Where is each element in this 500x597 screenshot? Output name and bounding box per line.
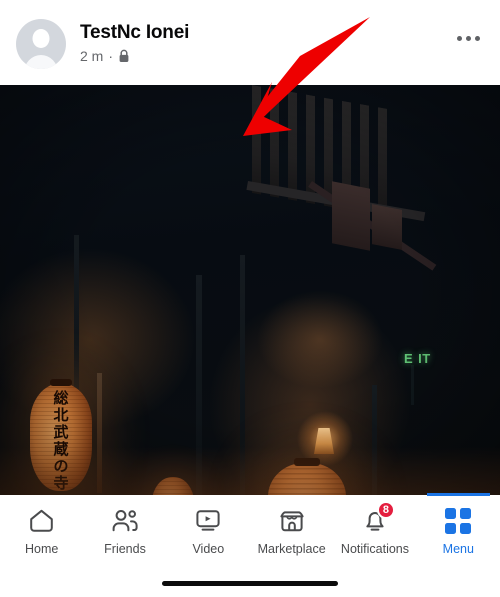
- nav-item-notifications[interactable]: 8 Notifications: [333, 495, 416, 567]
- nav-item-video[interactable]: Video: [167, 495, 250, 567]
- nav-label-notifications: Notifications: [340, 542, 410, 556]
- nav-label-video: Video: [192, 542, 225, 556]
- poster-info: TestNc Ionei 2 m ·: [80, 22, 189, 64]
- notifications-badge: 8: [376, 501, 395, 519]
- menu-grid-square: [445, 508, 457, 519]
- avatar[interactable]: [16, 18, 66, 69]
- upper-door-panel-secondary: [372, 204, 402, 250]
- ellipsis-dot: [465, 35, 471, 41]
- upper-door-panel: [332, 181, 370, 251]
- avatar-body-shape: [24, 54, 58, 69]
- ellipsis-dot: [456, 35, 462, 41]
- exit-sign: E IT: [404, 351, 431, 366]
- post-author-name[interactable]: TestNc Ionei: [80, 22, 189, 44]
- nav-label-menu: Menu: [442, 542, 474, 556]
- notifications-bell-icon: 8: [359, 501, 395, 536]
- ellipsis-icon[interactable]: [448, 26, 488, 50]
- facebook-post-screen: TestNc Ionei 2 m · 総 北 武 E IT Home Frien…: [0, 0, 500, 597]
- kanji-char: 武: [53, 423, 69, 441]
- nav-label-marketplace: Marketplace: [257, 542, 326, 556]
- nav-label-home: Home: [24, 542, 59, 556]
- nav-item-menu[interactable]: Menu: [417, 493, 500, 567]
- post-header: TestNc Ionei 2 m ·: [0, 0, 500, 85]
- kanji-char: 北: [53, 406, 69, 424]
- nav-item-friends[interactable]: Friends: [83, 495, 166, 567]
- home-icon: [26, 506, 58, 536]
- menu-grid-square: [460, 508, 472, 519]
- nav-label-friends: Friends: [104, 542, 146, 556]
- menu-grid-icon: [442, 506, 474, 536]
- floor-warm-light: [0, 447, 500, 495]
- post-timestamp[interactable]: 2 m: [80, 48, 103, 64]
- exit-sign-pole: [411, 365, 414, 405]
- post-photo[interactable]: 総 北 武 蔵 の 寺 E IT: [0, 85, 500, 495]
- default-avatar-icon: [32, 28, 50, 48]
- lock-icon[interactable]: [118, 49, 130, 63]
- post-meta-row: 2 m ·: [80, 48, 189, 64]
- lantern-cap: [50, 379, 72, 386]
- exit-sign-text-right: IT: [418, 351, 431, 366]
- menu-grid-square: [460, 523, 472, 534]
- exit-sign-text-left: E: [404, 351, 414, 366]
- marketplace-icon: [276, 506, 308, 536]
- home-indicator-bar[interactable]: [162, 581, 338, 586]
- nav-item-marketplace[interactable]: Marketplace: [250, 495, 333, 567]
- friends-icon: [109, 506, 141, 536]
- menu-grid-shape: [445, 508, 472, 534]
- ellipsis-dot: [474, 35, 480, 41]
- video-icon: [192, 506, 224, 536]
- menu-grid-square: [445, 523, 457, 534]
- meta-separator: ·: [108, 47, 114, 64]
- active-tab-indicator: [426, 493, 490, 496]
- nav-item-home[interactable]: Home: [0, 495, 83, 567]
- kanji-char: 総: [53, 389, 69, 407]
